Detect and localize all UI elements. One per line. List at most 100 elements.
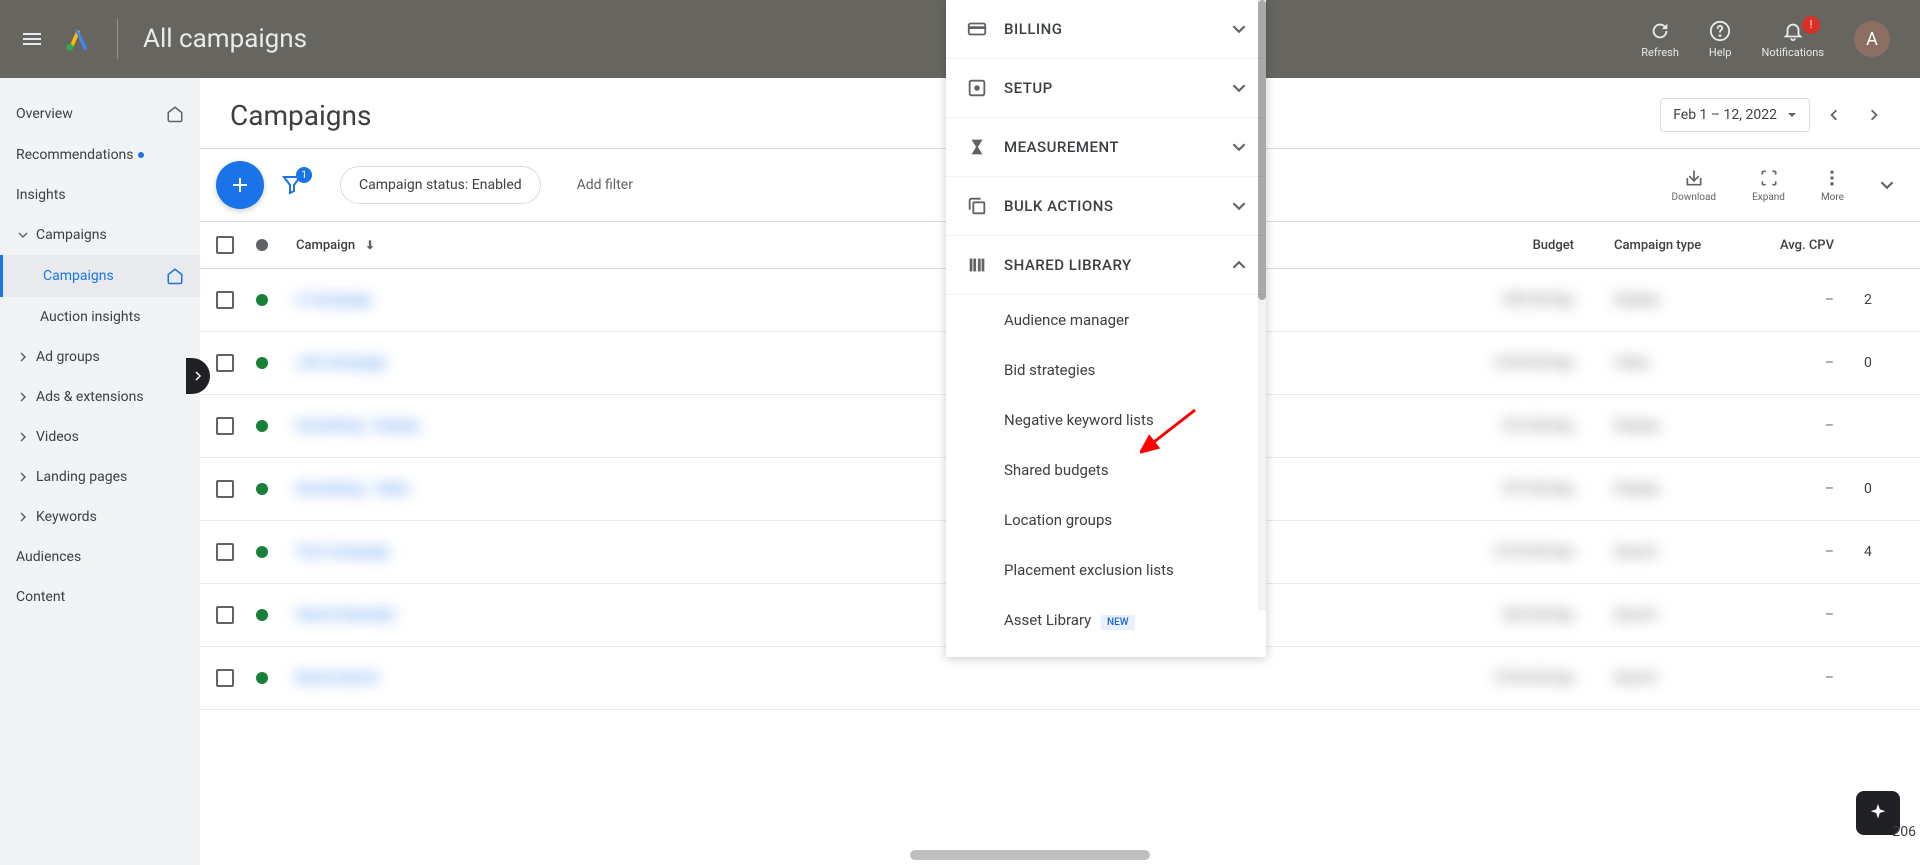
sidebar-recommendations[interactable]: Recommendations (0, 135, 200, 175)
header-divider (117, 19, 118, 59)
sidebar-landing-pages[interactable]: Landing pages (0, 457, 200, 497)
sidebar-content[interactable]: Content (0, 577, 200, 617)
home-icon (166, 267, 184, 285)
help-button[interactable]: Help (1709, 20, 1732, 59)
sidebar-ads-extensions[interactable]: Ads & extensions (0, 377, 200, 417)
campaign-name[interactable]: Brand Search (296, 670, 379, 686)
row-checkbox[interactable] (216, 543, 234, 561)
campaign-name[interactable]: Search Branded (296, 607, 394, 623)
home-icon (166, 105, 184, 123)
horizontal-scrollbar[interactable] (910, 850, 1150, 860)
expand-icon (1759, 168, 1779, 188)
campaign-name[interactable]: Test Campaign (296, 544, 390, 560)
tools-setup-section[interactable]: SETUP (946, 59, 1266, 118)
add-filter-button[interactable]: Add filter (577, 177, 633, 193)
cpv-value: – (1825, 544, 1834, 560)
campaign-name[interactable]: Something - Video (296, 481, 410, 497)
row-checkbox[interactable] (216, 291, 234, 309)
sidebar-campaigns[interactable]: Campaigns (0, 255, 200, 297)
expand-button[interactable]: Expand (1742, 168, 1795, 203)
chevron-down-icon (16, 230, 30, 240)
google-ads-logo-icon (64, 25, 92, 53)
tools-asset-library[interactable]: Asset Library NEW (946, 595, 1266, 645)
sidebar-keywords[interactable]: Keywords (0, 497, 200, 537)
budget-value: $100.00/day (1495, 670, 1574, 686)
budget-column-header[interactable]: Budget (1384, 238, 1614, 253)
download-button[interactable]: Download (1662, 168, 1727, 203)
date-next-button[interactable] (1858, 103, 1890, 127)
select-all-checkbox[interactable] (216, 236, 234, 254)
budget-value: $100.00/day (1495, 355, 1574, 371)
row-checkbox[interactable] (216, 480, 234, 498)
sidebar-campaigns-group[interactable]: Campaigns (0, 215, 200, 255)
sidebar-audiences[interactable]: Audiences (0, 537, 200, 577)
campaign-type-column-header[interactable]: Campaign type (1614, 238, 1744, 253)
campaign-type-value: Display (1614, 481, 1659, 497)
add-campaign-fab[interactable] (216, 161, 264, 209)
tools-dropdown-panel: BILLING SETUP MEASUREMENT BULK ACTIONS S… (946, 0, 1266, 657)
avg-cpv-column-header[interactable]: Avg. CPV (1744, 238, 1864, 253)
sidebar-videos[interactable]: Videos (0, 417, 200, 457)
status-dot-icon (256, 294, 268, 306)
sidebar-ad-groups[interactable]: Ad groups (0, 337, 200, 377)
copy-icon (966, 195, 988, 217)
toolbar-collapse-button[interactable] (1870, 178, 1904, 192)
status-filter-chip[interactable]: Campaign status: Enabled (340, 166, 541, 204)
tools-measurement-section[interactable]: MEASUREMENT (946, 118, 1266, 177)
last-col-value: 0 (1864, 481, 1872, 497)
download-icon (1684, 168, 1704, 188)
help-icon (1709, 20, 1731, 42)
cpv-value: – (1825, 481, 1834, 497)
sparkle-icon (1867, 802, 1889, 824)
tools-placement-exclusion-lists[interactable]: Placement exclusion lists (946, 545, 1266, 595)
chevron-right-icon (16, 472, 30, 482)
sidebar-insights[interactable]: Insights (0, 175, 200, 215)
campaign-name[interactable]: Job Campaign (296, 355, 387, 371)
date-prev-button[interactable] (1818, 103, 1850, 127)
billing-icon (966, 18, 988, 40)
user-avatar[interactable]: A (1854, 21, 1890, 57)
filter-count-badge: 1 (296, 167, 312, 183)
row-checkbox[interactable] (216, 417, 234, 435)
refresh-button[interactable]: Refresh (1641, 20, 1679, 59)
last-col-value: 0 (1864, 355, 1872, 371)
more-button[interactable]: More (1811, 168, 1854, 203)
panel-scrollbar-thumb[interactable] (1258, 0, 1266, 300)
tools-billing-section[interactable]: BILLING (946, 0, 1266, 59)
header-title: All campaigns (143, 24, 307, 54)
more-vert-icon (1822, 168, 1842, 188)
campaign-name[interactable]: Something - Display (296, 418, 419, 434)
campaign-type-value: Display (1614, 418, 1659, 434)
chevron-down-icon (1232, 22, 1246, 36)
library-icon (966, 254, 988, 276)
row-checkbox[interactable] (216, 354, 234, 372)
sidebar-auction-insights[interactable]: Auction insights (0, 297, 200, 337)
hamburger-menu-icon[interactable] (20, 27, 44, 51)
campaign-type-value: Search (1614, 544, 1657, 560)
chevron-down-icon (1880, 178, 1894, 192)
sidebar-overview[interactable]: Overview (0, 93, 200, 135)
chevron-up-icon (1232, 258, 1246, 272)
cpv-value: – (1825, 418, 1834, 434)
status-dot-icon (256, 546, 268, 558)
notifications-button[interactable]: ! Notifications (1761, 20, 1824, 59)
tools-negative-keyword-lists[interactable]: Negative keyword lists (946, 395, 1266, 445)
campaign-name[interactable]: A Campaign (296, 292, 372, 308)
date-range-picker[interactable]: Feb 1 – 12, 2022 (1660, 98, 1810, 132)
bell-icon (1782, 20, 1804, 42)
campaign-type-value: Search (1614, 607, 1657, 623)
cpv-value: – (1825, 355, 1834, 371)
tools-bid-strategies[interactable]: Bid strategies (946, 345, 1266, 395)
row-checkbox[interactable] (216, 669, 234, 687)
row-checkbox[interactable] (216, 606, 234, 624)
chevron-right-icon (16, 392, 30, 402)
tools-audience-manager[interactable]: Audience manager (946, 295, 1266, 345)
tools-shared-budgets[interactable]: Shared budgets (946, 445, 1266, 495)
campaign-type-value: Video (1614, 355, 1650, 371)
tools-shared-library-section[interactable]: SHARED LIBRARY (946, 236, 1266, 295)
filter-button[interactable]: 1 (280, 173, 304, 197)
hourglass-icon (966, 136, 988, 158)
tools-bulk-actions-section[interactable]: BULK ACTIONS (946, 177, 1266, 236)
sort-down-icon (363, 238, 377, 252)
tools-location-groups[interactable]: Location groups (946, 495, 1266, 545)
